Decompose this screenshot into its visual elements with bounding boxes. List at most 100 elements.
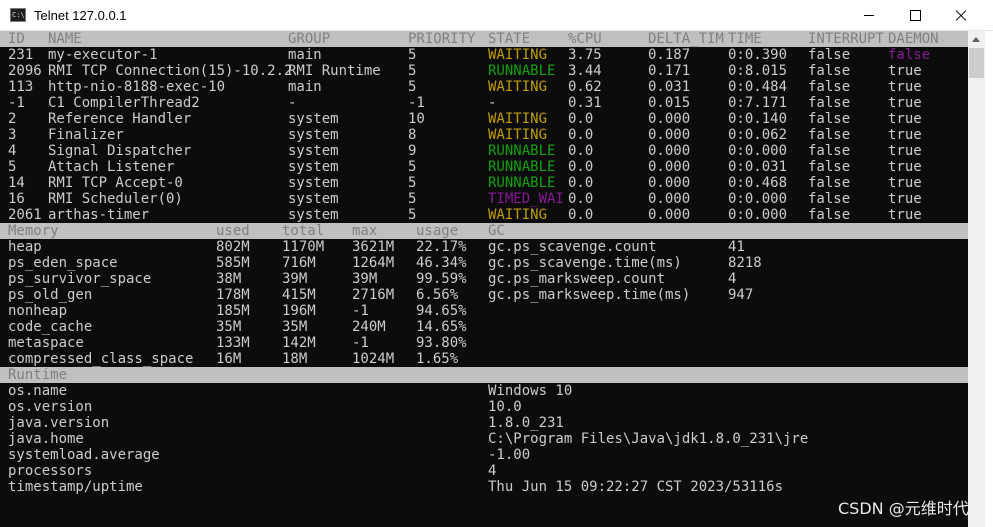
gc-metric-name: gc.ps_marksweep.count	[488, 271, 666, 287]
thread-id: -1	[8, 95, 25, 111]
thread-id: 113	[8, 79, 34, 95]
thread-interrupt: false	[808, 79, 851, 95]
thread-daemon: true	[888, 63, 922, 79]
scrollbar-thumb[interactable]	[969, 48, 984, 78]
memory-total: 716M	[282, 255, 316, 271]
thread-name: Reference Handler	[48, 111, 192, 127]
console-output[interactable]: ID NAME GROUP PRIORITY STATE %CPU DELTA_TIM TIM…	[0, 31, 968, 527]
thread-state: WAITING	[488, 111, 548, 127]
runtime-key: java.version	[8, 415, 110, 431]
thread-group: RMI Runtime	[288, 63, 381, 79]
thread-row: 231 my-executor-1 main 5 WAITING 3.75 0.187 0:0…	[0, 47, 968, 63]
close-button[interactable]	[938, 0, 984, 31]
thread-group: -	[288, 95, 297, 111]
maximize-button[interactable]	[892, 0, 938, 31]
thread-priority: 5	[408, 79, 417, 95]
memory-name: nonheap	[8, 303, 68, 319]
thread-priority: 9	[408, 143, 417, 159]
memory-max: 1264M	[352, 255, 395, 271]
runtime-row: os.name Windows 10	[0, 383, 968, 399]
maximize-icon	[909, 10, 921, 21]
thread-interrupt: false	[808, 47, 851, 63]
thread-time: 0:0.062	[728, 127, 788, 143]
memory-used: 185M	[216, 303, 250, 319]
gc-metric-value: 41	[728, 239, 745, 255]
thread-delta-time: 0.000	[648, 111, 691, 127]
memory-name: ps_survivor_space	[8, 271, 152, 287]
runtime-key: systemload.average	[8, 447, 160, 463]
memory-total: 35M	[282, 319, 308, 335]
memory-total: 1170M	[282, 239, 325, 255]
close-icon	[955, 10, 967, 22]
thread-id: 2096	[8, 63, 42, 79]
thread-column-header: GROUP	[288, 31, 331, 47]
memory-used: 585M	[216, 255, 250, 271]
minimize-button[interactable]	[846, 0, 892, 31]
thread-priority: 5	[408, 47, 417, 63]
runtime-key: os.version	[8, 399, 93, 415]
thread-group: system	[288, 175, 339, 191]
memory-row: code_cache 35M 35M 240M 14.65%	[0, 319, 968, 335]
gc-column-header: GC	[488, 223, 505, 239]
thread-delta-time: 0.171	[648, 63, 691, 79]
thread-daemon: false	[888, 47, 931, 63]
memory-table-header: Memory used total max usage GC	[0, 223, 968, 239]
thread-id: 3	[8, 127, 17, 143]
memory-column-header: used	[216, 223, 250, 239]
thread-row: 2061 arthas-timer system 5 WAITING 0.0 0.000 0:…	[0, 207, 968, 223]
thread-name: http-nio-8188-exec-10	[48, 79, 226, 95]
thread-time: 0:0.484	[728, 79, 788, 95]
memory-used: 16M	[216, 351, 242, 367]
thread-id: 16	[8, 191, 25, 207]
thread-interrupt: false	[808, 63, 851, 79]
memory-usage: 14.65%	[416, 319, 467, 335]
runtime-row: os.version 10.0	[0, 399, 968, 415]
scroll-up-arrow-icon[interactable]	[968, 31, 985, 48]
title-bar: C:\ Telnet 127.0.0.1	[0, 0, 993, 31]
memory-name: ps_old_gen	[8, 287, 93, 303]
thread-state: RUNNABLE	[488, 63, 556, 79]
runtime-key: processors	[8, 463, 93, 479]
thread-row: 5 Attach Listener system 5 RUNNABLE 0.0 0.000 0…	[0, 159, 968, 175]
memory-total: 415M	[282, 287, 316, 303]
gc-metric-value: 947	[728, 287, 754, 303]
thread-column-header: INTERRUPT	[808, 31, 884, 47]
vertical-scrollbar[interactable]	[968, 31, 985, 527]
thread-column-header: TIME	[728, 31, 762, 47]
thread-cpu: 0.0	[568, 191, 594, 207]
thread-column-header: DAEMON	[888, 31, 939, 47]
thread-cpu: 0.0	[568, 175, 594, 191]
thread-interrupt: false	[808, 127, 851, 143]
memory-usage: 94.65%	[416, 303, 467, 319]
runtime-value: 1.8.0_231	[488, 415, 564, 431]
thread-daemon: true	[888, 143, 922, 159]
thread-delta-time: 0.000	[648, 175, 691, 191]
gc-metric-value: 8218	[728, 255, 762, 271]
runtime-key: timestamp/uptime	[8, 479, 143, 495]
thread-name: Attach Listener	[48, 159, 175, 175]
runtime-value: 4	[488, 463, 497, 479]
thread-state: WAITING	[488, 207, 548, 223]
thread-id: 2	[8, 111, 17, 127]
thread-row: 3 Finalizer system 8 WAITING 0.0 0.000 0:0.062 f…	[0, 127, 968, 143]
memory-name: ps_eden_space	[8, 255, 118, 271]
thread-name: RMI TCP Accept-0	[48, 175, 183, 191]
thread-row: 2096 RMI TCP Connection(15)-10.2.2 RMI Run…	[0, 63, 968, 79]
thread-id: 231	[8, 47, 34, 63]
runtime-value: C:\Program Files\Java\jdk1.8.0_231\jre	[488, 431, 809, 447]
thread-cpu: 0.0	[568, 111, 594, 127]
thread-row: 14 RMI TCP Accept-0 system 5 RUNNABLE 0.0 0.00…	[0, 175, 968, 191]
memory-name: metaspace	[8, 335, 84, 351]
memory-row: nonheap 185M 196M -1 94.65%	[0, 303, 968, 319]
memory-used: 38M	[216, 271, 242, 287]
thread-time: 0:7.171	[728, 95, 788, 111]
thread-id: 5	[8, 159, 17, 175]
thread-time: 0:0.031	[728, 159, 788, 175]
memory-max: 39M	[352, 271, 378, 287]
thread-priority: 5	[408, 63, 417, 79]
console-window-icon[interactable]: C:\	[10, 8, 26, 22]
gc-metric-value: 4	[728, 271, 737, 287]
gc-metric-name: gc.ps_scavenge.time(ms)	[488, 255, 682, 271]
thread-delta-time: 0.000	[648, 143, 691, 159]
thread-name: my-executor-1	[48, 47, 158, 63]
